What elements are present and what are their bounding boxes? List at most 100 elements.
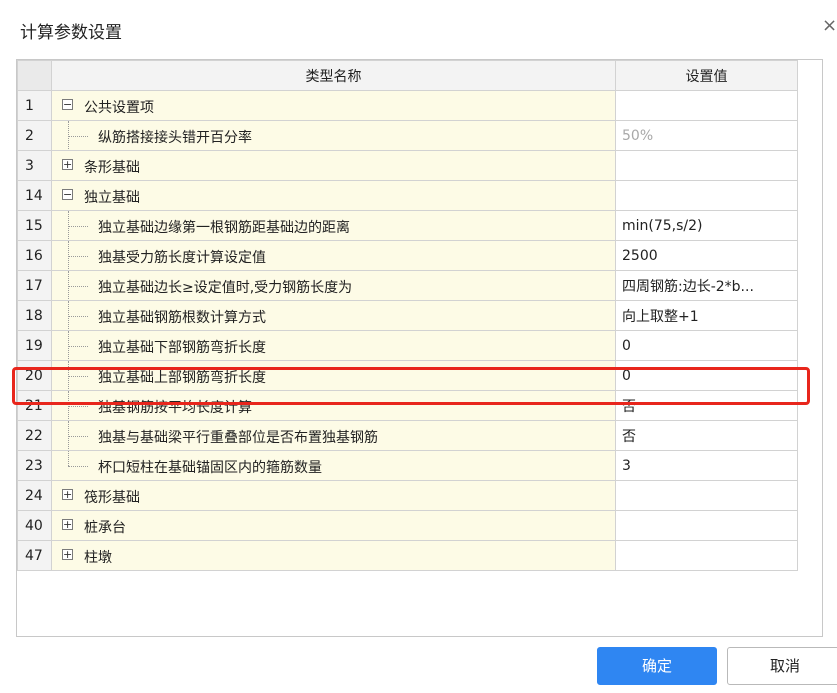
tree-line-horizontal (68, 406, 88, 407)
group-label: 桩承台 (84, 520, 126, 536)
table-row[interactable]: 1− 公共设置项 (17, 90, 798, 121)
param-name-cell[interactable]: 独基钢筋按平均长度计算 (51, 390, 616, 421)
group-label: 柱墩 (84, 550, 112, 566)
row-number: 2 (17, 120, 52, 151)
group-label: 公共设置项 (84, 100, 154, 116)
table-row[interactable]: 19 独立基础下部钢筋弯折长度 0 (17, 330, 798, 361)
table-row[interactable]: 22 独基与基础梁平行重叠部位是否布置独基钢筋 否 (17, 420, 798, 451)
tree-line-horizontal (68, 316, 88, 317)
row-number: 16 (17, 240, 52, 271)
param-value-cell[interactable] (615, 150, 798, 181)
row-number: 15 (17, 210, 52, 241)
parameter-table: 类型名称 设置值 1− 公共设置项 2 纵筋搭接接头错开百分率 50% 3 + 条形基础 14−… (17, 60, 798, 571)
group-name-cell[interactable]: + 条形基础 (51, 150, 616, 181)
group-name-cell[interactable]: + 桩承台 (51, 510, 616, 541)
param-name-cell[interactable]: 纵筋搭接接头错开百分率 (51, 120, 616, 151)
param-value-cell[interactable]: 0 (615, 360, 798, 391)
row-number: 24 (17, 480, 52, 511)
param-name-cell[interactable]: 杯口短柱在基础锚固区内的箍筋数量 (51, 450, 616, 481)
tree-line-vertical (68, 451, 69, 466)
table-row[interactable]: 20 独立基础上部钢筋弯折长度 0 (17, 360, 798, 391)
row-number: 17 (17, 270, 52, 301)
row-number: 23 (17, 450, 52, 481)
table-row[interactable]: 47 + 柱墩 (17, 540, 798, 571)
param-value-cell[interactable] (615, 90, 798, 121)
table-row[interactable]: 24 + 筏形基础 (17, 480, 798, 511)
group-name-cell[interactable]: − 公共设置项 (51, 90, 616, 121)
param-value-cell[interactable] (615, 480, 798, 511)
param-name-cell[interactable]: 独立基础钢筋根数计算方式 (51, 300, 616, 331)
param-label: 独立基础上部钢筋弯折长度 (98, 370, 266, 386)
param-value-cell[interactable]: 50% (615, 120, 798, 151)
table-body: 1− 公共设置项 2 纵筋搭接接头错开百分率 50% 3 + 条形基础 14− 独立基础 15 独立基… (17, 90, 798, 571)
tree-line-horizontal (68, 286, 88, 287)
tree-line-horizontal (68, 346, 88, 347)
param-label: 独立基础边缘第一根钢筋距基础边的距离 (98, 220, 350, 236)
collapse-icon[interactable]: − (62, 189, 73, 200)
cancel-button[interactable]: 取消 (727, 647, 837, 685)
param-label: 独基受力筋长度计算设定值 (98, 250, 266, 266)
row-number: 47 (17, 540, 52, 571)
param-value-cell[interactable]: 3 (615, 450, 798, 481)
table-row[interactable]: 17 独立基础边长≥设定值时,受力钢筋长度为 四周钢筋:边长-2*b... (17, 270, 798, 301)
table-row[interactable]: 14− 独立基础 (17, 180, 798, 211)
param-value-cell[interactable]: 向上取整+1 (615, 300, 798, 331)
tree-line-horizontal (68, 436, 88, 437)
group-name-cell[interactable]: + 筏形基础 (51, 480, 616, 511)
tree-line-horizontal (68, 136, 88, 137)
param-label: 独立基础钢筋根数计算方式 (98, 310, 266, 326)
table-row[interactable]: 15 独立基础边缘第一根钢筋距基础边的距离 min(75,s/2) (17, 210, 798, 241)
param-value-cell[interactable]: 2500 (615, 240, 798, 271)
ok-button[interactable]: 确定 (597, 647, 717, 685)
param-value-cell[interactable] (615, 540, 798, 571)
table-row[interactable]: 18 独立基础钢筋根数计算方式 向上取整+1 (17, 300, 798, 331)
table-row[interactable]: 23 杯口短柱在基础锚固区内的箍筋数量 3 (17, 450, 798, 481)
tree-line-horizontal (68, 466, 88, 467)
param-label: 独立基础下部钢筋弯折长度 (98, 340, 266, 356)
param-value-cell[interactable]: 0 (615, 330, 798, 361)
param-name-cell[interactable]: 独基与基础梁平行重叠部位是否布置独基钢筋 (51, 420, 616, 451)
tree-line-horizontal (68, 226, 88, 227)
collapse-icon[interactable]: − (62, 99, 73, 110)
param-name-cell[interactable]: 独立基础边缘第一根钢筋距基础边的距离 (51, 210, 616, 241)
param-label: 杯口短柱在基础锚固区内的箍筋数量 (98, 460, 322, 476)
expand-icon[interactable]: + (62, 159, 73, 170)
param-value-cell[interactable] (615, 510, 798, 541)
param-value-cell[interactable]: min(75,s/2) (615, 210, 798, 241)
row-number: 22 (17, 420, 52, 451)
header-type-name[interactable]: 类型名称 (51, 60, 616, 91)
dialog-title: 计算参数设置 (20, 23, 122, 43)
table-row[interactable]: 2 纵筋搭接接头错开百分率 50% (17, 120, 798, 151)
expand-icon[interactable]: + (62, 489, 73, 500)
table-row[interactable]: 40 + 桩承台 (17, 510, 798, 541)
group-label: 独立基础 (84, 190, 140, 206)
param-value-cell[interactable] (615, 180, 798, 211)
param-value-cell[interactable]: 否 (615, 420, 798, 451)
header-setting-value[interactable]: 设置值 (615, 60, 798, 91)
row-number: 19 (17, 330, 52, 361)
param-label: 纵筋搭接接头错开百分率 (98, 130, 252, 146)
param-label: 独基与基础梁平行重叠部位是否布置独基钢筋 (98, 430, 378, 446)
expand-icon[interactable]: + (62, 549, 73, 560)
param-name-cell[interactable]: 独立基础下部钢筋弯折长度 (51, 330, 616, 361)
table-row[interactable]: 3 + 条形基础 (17, 150, 798, 181)
group-name-cell[interactable]: − 独立基础 (51, 180, 616, 211)
param-name-cell[interactable]: 独基受力筋长度计算设定值 (51, 240, 616, 271)
row-number: 1 (17, 90, 52, 121)
row-number: 18 (17, 300, 52, 331)
param-name-cell[interactable]: 独立基础边长≥设定值时,受力钢筋长度为 (51, 270, 616, 301)
group-name-cell[interactable]: + 柱墩 (51, 540, 616, 571)
param-value-cell[interactable]: 四周钢筋:边长-2*b... (615, 270, 798, 301)
param-label: 独基钢筋按平均长度计算 (98, 400, 252, 416)
header-corner (17, 60, 52, 91)
table-row[interactable]: 21 独基钢筋按平均长度计算 否 (17, 390, 798, 421)
row-number: 40 (17, 510, 52, 541)
table-header: 类型名称 设置值 (17, 60, 798, 91)
tree-line-horizontal (68, 376, 88, 377)
close-icon[interactable]: × (822, 16, 837, 36)
group-label: 筏形基础 (84, 490, 140, 506)
param-value-cell[interactable]: 否 (615, 390, 798, 421)
param-name-cell[interactable]: 独立基础上部钢筋弯折长度 (51, 360, 616, 391)
table-row[interactable]: 16 独基受力筋长度计算设定值 2500 (17, 240, 798, 271)
expand-icon[interactable]: + (62, 519, 73, 530)
